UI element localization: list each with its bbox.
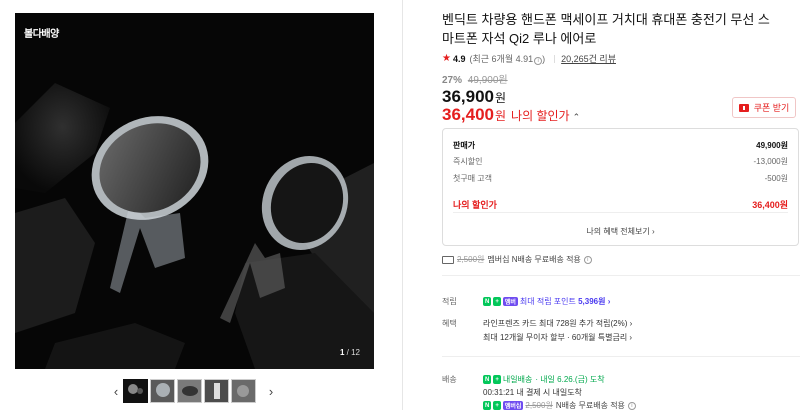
product-page: 볼다배양 1 / 12 ‹ › 벤딕트 차량용 핸드폰 맥세이프 거치대 휴대폰… xyxy=(0,0,800,410)
thumbnail-1[interactable] xyxy=(123,379,148,403)
delivery-countdown: 00:31:21 내 결제 시 내일도착 xyxy=(483,388,582,397)
shipping-fee: 2,500원 xyxy=(457,255,485,264)
delivery-eta: · 내일 6.26.(금) 도착 xyxy=(535,375,605,384)
breakdown-row-first-purchase: 첫구매 고객 -500원 xyxy=(453,173,788,184)
points-text: 최대 적립 포인트 5,396원 › xyxy=(520,296,610,307)
info-icon[interactable]: i xyxy=(534,57,543,65)
tomorrow-delivery-badge: 내일배송 xyxy=(502,375,533,384)
naver-n-badge: N xyxy=(483,401,492,410)
discount-percent: 27% xyxy=(442,75,463,86)
sale-price: 36,900 xyxy=(442,87,494,106)
breakdown-value: -13,000원 xyxy=(753,157,789,166)
thumbnail-3-image xyxy=(178,380,201,402)
my-price-label: 나의 할인가 xyxy=(511,109,570,123)
product-photo xyxy=(15,13,374,369)
review-count-link[interactable]: 20,265건 리뷰 xyxy=(561,52,616,65)
points-row[interactable]: N + 멤버 최대 적립 포인트 5,396원 › xyxy=(483,296,610,307)
thumbnail-2-image xyxy=(151,380,174,402)
plus-badge: + xyxy=(493,375,501,384)
naver-n-badge: N xyxy=(483,375,492,384)
image-counter-current: 1 xyxy=(339,348,345,357)
shipping-row: 2,500원 멤버십 N배송 무료배송 적용 i xyxy=(442,254,592,265)
brand-logo: 볼다배양 xyxy=(24,29,59,40)
thumbnail-5-image xyxy=(232,380,255,402)
info-icon[interactable]: i xyxy=(583,255,592,264)
thumbnail-1-image xyxy=(125,381,146,401)
image-counter: 1 / 12 xyxy=(340,348,360,357)
thumbnail-3[interactable] xyxy=(177,379,202,403)
coupon-button-label: 쿠폰 받기 xyxy=(753,103,790,113)
recent-rating-close: ) xyxy=(542,54,546,64)
delivery-fee-text: N배송 무료배송 적용 xyxy=(555,401,625,410)
info-icon[interactable]: i xyxy=(627,401,636,410)
image-counter-total: / 12 xyxy=(346,348,360,357)
product-gallery: 볼다배양 1 / 12 ‹ › xyxy=(0,0,400,410)
thumbnail-2[interactable] xyxy=(150,379,175,403)
plus-badge: + xyxy=(493,297,501,306)
my-discount-price: 36,400 xyxy=(442,105,494,124)
membership-badge: 멤버십 xyxy=(502,401,524,410)
original-price: 49,900원 xyxy=(467,75,508,86)
truck-icon xyxy=(442,255,454,264)
benefit-label: 혜택 xyxy=(442,319,457,328)
price-breakdown-panel: 판매가 49,900원 즉시할인 -13,000원 첫구매 고객 -500원 나… xyxy=(442,128,799,246)
view-all-benefits-link[interactable]: 나의 혜택 전체보기 › xyxy=(443,226,798,237)
thumbnail-4-image xyxy=(205,380,228,402)
breakdown-label: 나의 할인가 xyxy=(453,200,497,210)
shipping-text: 멤버십 N배송 무료배송 적용 xyxy=(487,255,581,264)
plus-badge: + xyxy=(493,401,501,410)
chevron-up-icon: ⌃ xyxy=(572,112,581,122)
thumbnail-4[interactable] xyxy=(204,379,229,403)
section-divider xyxy=(442,275,800,276)
my-price-toggle[interactable]: 36,400 원 나의 할인가 ⌃ xyxy=(442,105,580,125)
thumbnail-strip: ‹ › xyxy=(109,379,278,403)
thumbnail-5[interactable] xyxy=(231,379,256,403)
coupon-icon xyxy=(738,103,749,112)
breakdown-row-my-price: 나의 할인가 36,400원 xyxy=(453,198,788,211)
rating-row: ★ 4.9 (최근 6개월 4.91 i) 20,265건 리뷰 xyxy=(442,52,616,65)
product-title: 벤딕트 차량용 핸드폰 맥세이프 거치대 휴대폰 충전기 무선 스마트폰 자석 … xyxy=(442,12,770,46)
discount-row: 27% 49,900원 xyxy=(442,71,508,86)
recent-rating: (최근 6개월 4.91 i) xyxy=(469,52,545,65)
breakdown-divider xyxy=(453,212,788,213)
card-benefit-link[interactable]: 라인프렌즈 카드 최대 728원 추가 적립(2%) › xyxy=(483,318,632,329)
breakdown-value: 36,400원 xyxy=(752,200,788,210)
recent-rating-text: (최근 6개월 4.91 xyxy=(469,54,534,64)
star-icon: ★ xyxy=(442,53,451,64)
section-divider xyxy=(442,356,800,357)
delivery-fee-row: N + 멤버십 2,500원 N배송 무료배송 적용 i xyxy=(483,400,636,410)
separator xyxy=(554,54,556,63)
rating-score: 4.9 xyxy=(452,53,466,64)
breakdown-row-sale-price: 판매가 49,900원 xyxy=(453,140,788,151)
delivery-row: N + 내일배송 · 내일 6.26.(금) 도착 xyxy=(483,374,605,385)
breakdown-value: 49,900원 xyxy=(756,141,788,150)
points-label-text: 최대 적립 포인트 xyxy=(519,297,576,306)
sale-price-unit: 원 xyxy=(495,91,507,105)
coupon-button[interactable]: 쿠폰 받기 xyxy=(732,97,796,118)
price-row: 36,900원 xyxy=(442,87,506,107)
membership-badge: 멤버 xyxy=(502,297,518,306)
breakdown-label: 첫구매 고객 xyxy=(453,174,493,183)
breakdown-label: 즉시할인 xyxy=(453,157,483,166)
prev-image-arrow[interactable]: ‹ xyxy=(109,384,123,399)
breakdown-row-instant-discount: 즉시할인 -13,000원 xyxy=(453,156,788,167)
points-value: 5,396원 › xyxy=(578,297,611,306)
delivery-fee: 2,500원 xyxy=(525,401,553,410)
next-image-arrow[interactable]: › xyxy=(264,384,278,399)
product-info: 벤딕트 차량용 핸드폰 맥세이프 거치대 휴대폰 충전기 무선 스마트폰 자석 … xyxy=(442,0,800,410)
main-product-image[interactable]: 볼다배양 1 / 12 xyxy=(15,13,374,369)
breakdown-value: -500원 xyxy=(764,174,788,183)
delivery-label: 배송 xyxy=(442,375,457,384)
installment-benefit-link[interactable]: 최대 12개월 무이자 할부 · 60개월 특별금리 › xyxy=(483,332,632,343)
column-divider xyxy=(402,0,403,410)
naver-n-badge: N xyxy=(483,297,492,306)
breakdown-label: 판매가 xyxy=(453,141,476,150)
points-label: 적립 xyxy=(442,297,457,306)
my-price-unit: 원 xyxy=(495,109,507,123)
